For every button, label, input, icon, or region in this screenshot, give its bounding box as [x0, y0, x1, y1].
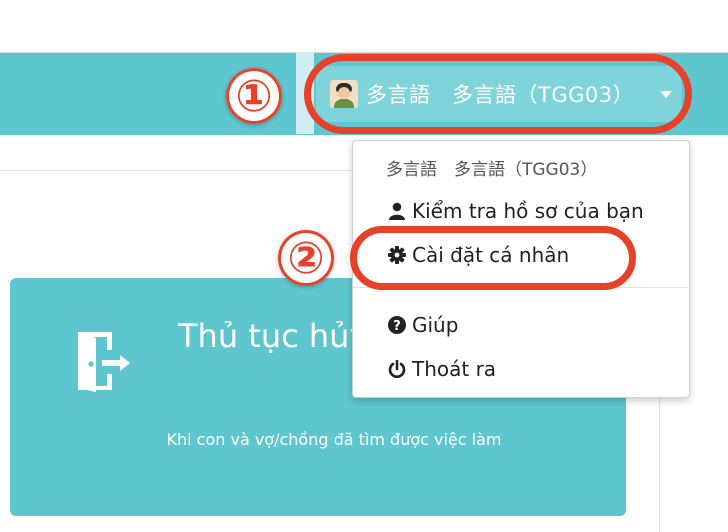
menu-item-label: Giúp [412, 313, 459, 337]
highlight-user-menu [304, 54, 692, 134]
menu-item-check-profile[interactable]: Kiểm tra hồ sơ của bạn [387, 199, 644, 223]
step-marker-1: ① [226, 68, 282, 124]
menu-item-label: Kiểm tra hồ sơ của bạn [412, 199, 644, 223]
user-icon [387, 201, 407, 221]
power-icon [387, 359, 407, 379]
exit-door-icon [78, 332, 130, 392]
menu-item-logout[interactable]: Thoát ra [387, 357, 496, 381]
menu-item-label: Thoát ra [412, 357, 497, 381]
svg-text:?: ? [393, 319, 401, 334]
question-circle-icon: ? [387, 315, 407, 335]
menu-item-help[interactable]: ? Giúp [387, 313, 458, 337]
dropdown-user-name: 多言語 多言語（TGG03） [386, 160, 598, 180]
highlight-personal-settings [350, 226, 636, 290]
card-description: Khi con và vợ/chồng đã tìm được việc làm [166, 430, 502, 449]
step-marker-2: ② [278, 230, 334, 286]
browser-top-area [0, 0, 728, 52]
